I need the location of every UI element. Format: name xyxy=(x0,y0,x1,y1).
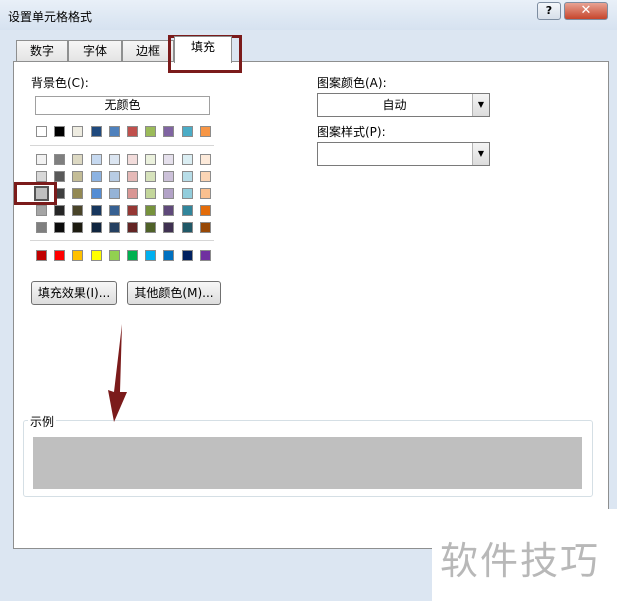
color-swatch-tint[interactable] xyxy=(109,222,120,233)
color-swatch-tint[interactable] xyxy=(109,188,120,199)
color-swatch-tint[interactable] xyxy=(109,205,120,216)
color-swatch-standard[interactable] xyxy=(72,250,83,261)
color-swatch-standard[interactable] xyxy=(200,250,211,261)
color-swatch-theme[interactable] xyxy=(182,126,193,137)
more-colors-button[interactable]: 其他颜色(M)... xyxy=(127,281,221,305)
color-swatch-standard[interactable] xyxy=(163,250,174,261)
color-swatch-tint[interactable] xyxy=(127,188,138,199)
color-swatch-theme[interactable] xyxy=(127,126,138,137)
color-swatch-standard[interactable] xyxy=(182,250,193,261)
color-swatch-tint[interactable] xyxy=(163,154,174,165)
color-swatch-tint[interactable] xyxy=(145,205,156,216)
color-swatch-theme[interactable] xyxy=(36,126,47,137)
color-swatch-tint[interactable] xyxy=(163,205,174,216)
help-button[interactable]: ? xyxy=(537,2,561,20)
color-swatch-tint[interactable] xyxy=(109,171,120,182)
pattern-color-value: 自动 xyxy=(382,98,407,112)
color-swatch-theme[interactable] xyxy=(200,126,211,137)
pattern-style-label: 图案样式(P): xyxy=(317,125,386,139)
color-swatch-tint[interactable] xyxy=(72,154,83,165)
tab-fill[interactable]: 填充 xyxy=(174,36,232,63)
color-swatch-tint[interactable] xyxy=(91,222,102,233)
color-swatch-tint[interactable] xyxy=(54,154,65,165)
palette-divider xyxy=(30,240,214,241)
no-color-button[interactable]: 无颜色 xyxy=(35,96,210,115)
color-swatch-tint[interactable] xyxy=(127,222,138,233)
color-swatch-tint[interactable] xyxy=(91,205,102,216)
color-swatch-tint[interactable] xyxy=(145,154,156,165)
dropdown-arrow-icon[interactable]: ▼ xyxy=(472,94,489,116)
swatch-highlight-box xyxy=(14,182,57,205)
color-swatch-standard[interactable] xyxy=(91,250,102,261)
color-swatch-tint[interactable] xyxy=(182,205,193,216)
background-color-label: 背景色(C): xyxy=(31,76,89,90)
color-swatch-tint[interactable] xyxy=(91,171,102,182)
color-swatch-tint[interactable] xyxy=(182,154,193,165)
pattern-style-select[interactable]: ▼ xyxy=(317,142,490,166)
tab-border[interactable]: 边框 xyxy=(122,40,174,62)
color-swatch-tint[interactable] xyxy=(91,188,102,199)
color-swatch-tint[interactable] xyxy=(72,171,83,182)
dropdown-arrow-icon[interactable]: ▼ xyxy=(472,143,489,165)
color-swatch-tint[interactable] xyxy=(145,222,156,233)
color-swatch-tint[interactable] xyxy=(36,222,47,233)
color-swatch-theme[interactable] xyxy=(91,126,102,137)
tab-number[interactable]: 数字 xyxy=(16,40,68,62)
fill-effects-button[interactable]: 填充效果(I)... xyxy=(31,281,117,305)
color-swatch-tint[interactable] xyxy=(54,222,65,233)
color-swatch-tint[interactable] xyxy=(182,222,193,233)
color-swatch-tint[interactable] xyxy=(91,154,102,165)
color-swatch-tint[interactable] xyxy=(200,188,211,199)
annotation-arrow xyxy=(108,324,127,422)
color-swatch-tint[interactable] xyxy=(182,188,193,199)
color-swatch-standard[interactable] xyxy=(127,250,138,261)
color-swatch-tint[interactable] xyxy=(36,154,47,165)
dialog-title: 设置单元格格式 xyxy=(8,10,93,24)
color-swatch-theme[interactable] xyxy=(72,126,83,137)
color-swatch-tint[interactable] xyxy=(127,205,138,216)
color-swatch-tint[interactable] xyxy=(36,205,47,216)
color-swatch-standard[interactable] xyxy=(109,250,120,261)
color-swatch-tint[interactable] xyxy=(200,205,211,216)
close-button[interactable]: ✕ xyxy=(564,2,608,20)
color-swatch-tint[interactable] xyxy=(145,188,156,199)
color-swatch-tint[interactable] xyxy=(200,171,211,182)
color-swatch-tint[interactable] xyxy=(127,154,138,165)
color-swatch-theme[interactable] xyxy=(54,126,65,137)
title-bar: 设置单元格格式 ? ✕ xyxy=(0,0,617,30)
tab-font[interactable]: 字体 xyxy=(68,40,122,62)
color-swatch-tint[interactable] xyxy=(72,222,83,233)
color-swatch-standard[interactable] xyxy=(54,250,65,261)
color-swatch-tint[interactable] xyxy=(163,222,174,233)
arrow-shape xyxy=(108,324,127,422)
sample-preview xyxy=(33,437,582,489)
color-swatch-tint[interactable] xyxy=(182,171,193,182)
pattern-color-select[interactable]: 自动 ▼ xyxy=(317,93,490,117)
watermark: 软件技巧 xyxy=(440,539,601,583)
color-swatch-tint[interactable] xyxy=(163,171,174,182)
color-swatch-standard[interactable] xyxy=(36,250,47,261)
color-swatch-tint[interactable] xyxy=(72,205,83,216)
color-swatch-tint[interactable] xyxy=(54,205,65,216)
color-swatch-tint[interactable] xyxy=(127,171,138,182)
color-swatch-theme[interactable] xyxy=(163,126,174,137)
color-swatch-tint[interactable] xyxy=(200,154,211,165)
color-swatch-theme[interactable] xyxy=(145,126,156,137)
color-swatch-tint[interactable] xyxy=(72,188,83,199)
color-swatch-tint[interactable] xyxy=(163,188,174,199)
color-swatch-tint[interactable] xyxy=(54,171,65,182)
palette-divider xyxy=(30,145,214,146)
color-swatch-tint[interactable] xyxy=(145,171,156,182)
sample-label: 示例 xyxy=(28,413,57,430)
color-swatch-tint[interactable] xyxy=(36,171,47,182)
color-swatch-theme[interactable] xyxy=(109,126,120,137)
pattern-color-label: 图案颜色(A): xyxy=(317,76,387,90)
color-swatch-standard[interactable] xyxy=(145,250,156,261)
color-swatch-tint[interactable] xyxy=(109,154,120,165)
color-swatch-tint[interactable] xyxy=(200,222,211,233)
